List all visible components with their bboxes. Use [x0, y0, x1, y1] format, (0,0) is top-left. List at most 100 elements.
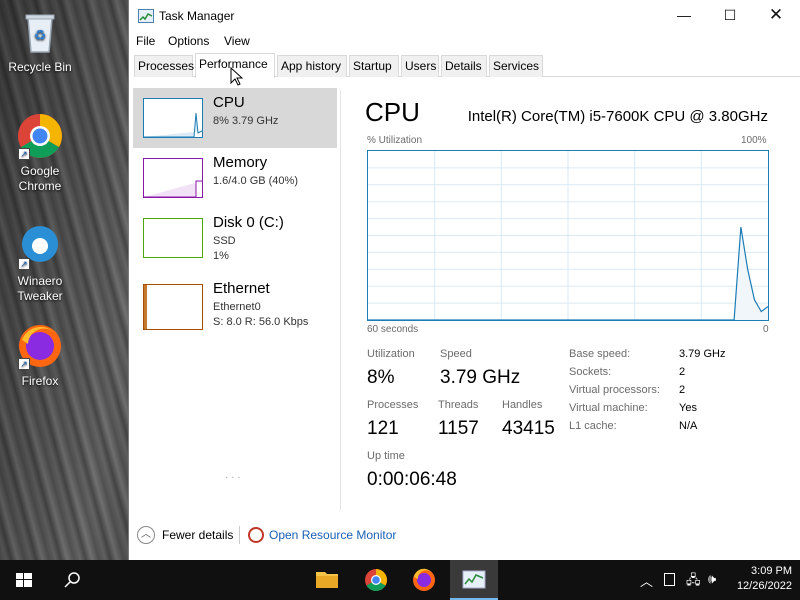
- tab-users[interactable]: Users: [401, 55, 439, 77]
- sidebar-item-label: CPU: [213, 94, 245, 111]
- spec-value: N/A: [679, 420, 698, 432]
- fewer-details-link[interactable]: Fewer details: [162, 528, 233, 542]
- spec-value: Yes: [679, 402, 697, 414]
- chrome-icon: [365, 569, 387, 591]
- chrome-icon: ↗: [16, 112, 64, 160]
- spec-label: Sockets:: [569, 366, 612, 378]
- handles-label: Handles: [502, 399, 543, 411]
- windows-logo-icon: [16, 573, 32, 587]
- search-button[interactable]: [48, 560, 96, 600]
- cpu-utilization-graph: [367, 150, 769, 321]
- detail-title: CPU: [365, 97, 420, 127]
- sidebar-item-detail: 1%: [213, 250, 229, 262]
- sidebar-item-detail: 1.6/4.0 GB (40%): [213, 175, 298, 187]
- graph-time-label: 60 seconds: [367, 324, 419, 335]
- sidebar-item-detail: Ethernet0: [213, 301, 261, 313]
- task-manager-window: Task Manager — ☐ ✕ File Options View Pro…: [128, 0, 800, 560]
- file-explorer-icon: [316, 572, 338, 588]
- taskbar: ︿ 🖧 🕪 3:09 PM 12/26/2022: [0, 560, 800, 600]
- task-manager-icon: [138, 9, 154, 23]
- disk-thumbnail-graph: [143, 218, 203, 258]
- taskbar-task-manager[interactable]: [450, 560, 498, 600]
- maximize-button[interactable]: ☐: [707, 0, 753, 30]
- clock-time: 3:09 PM: [751, 565, 792, 577]
- shortcut-arrow-icon: ↗: [18, 358, 30, 370]
- desktop-icon-firefox[interactable]: ↗ Firefox: [0, 322, 80, 389]
- sidebar-item-label: Memory: [213, 154, 268, 171]
- chevron-up-icon[interactable]: ︿: [137, 526, 155, 544]
- cpu-thumbnail-graph: [143, 98, 203, 138]
- system-clock[interactable]: 3:09 PM 12/26/2022: [737, 564, 792, 594]
- spec-value: 2: [679, 366, 686, 378]
- open-resource-monitor-link[interactable]: Open Resource Monitor: [269, 528, 396, 542]
- spec-label: L1 cache:: [569, 420, 617, 432]
- taskbar-file-explorer[interactable]: [303, 560, 351, 600]
- ethernet-thumbnail-graph: [143, 284, 203, 330]
- menu-file[interactable]: File: [136, 34, 155, 48]
- tab-app-history[interactable]: App history: [277, 55, 347, 77]
- tab-details[interactable]: Details: [441, 55, 487, 77]
- firefox-icon: [413, 568, 435, 591]
- threads-value: 1157: [438, 418, 479, 439]
- desktop-icon-winaero-tweaker[interactable]: ↗ Winaero Tweaker: [0, 222, 80, 304]
- footer-divider: [239, 526, 240, 544]
- processes-value: 121: [367, 418, 399, 439]
- splitter-grip[interactable]: · · ·: [225, 472, 241, 483]
- action-center-icon[interactable]: [664, 573, 675, 586]
- sidebar-item-cpu[interactable]: CPU 8% 3.79 GHz: [133, 88, 337, 148]
- sidebar-item-label: Disk 0 (C:): [213, 214, 284, 231]
- taskbar-chrome[interactable]: [352, 560, 400, 600]
- svg-text:♻: ♻: [34, 28, 47, 44]
- spec-label: Virtual machine:: [569, 402, 648, 414]
- spec-value: 3.79 GHz: [679, 348, 726, 360]
- graph-min-label: 0: [763, 324, 769, 335]
- utilization-label: Utilization: [367, 348, 415, 360]
- network-icon[interactable]: 🖧: [686, 571, 701, 593]
- desktop-icon-label: Winaero Tweaker: [17, 274, 63, 303]
- desktop-icon-label: Google Chrome: [18, 164, 62, 193]
- close-button[interactable]: ✕: [753, 0, 799, 30]
- chevron-up-icon[interactable]: ︿: [640, 571, 653, 590]
- uptime-value: 0:00:06:48: [367, 469, 457, 490]
- processes-label: Processes: [367, 399, 419, 411]
- menu-options[interactable]: Options: [168, 34, 209, 48]
- tab-processes[interactable]: Processes: [134, 55, 194, 77]
- footer-bar: ︿ Fewer details Open Resource Monitor: [129, 520, 800, 550]
- tab-services[interactable]: Services: [489, 55, 543, 77]
- taskbar-firefox[interactable]: [400, 560, 448, 600]
- sidebar-item-disk[interactable]: Disk 0 (C:) SSD 1%: [133, 208, 337, 268]
- title-bar[interactable]: Task Manager — ☐ ✕: [129, 0, 800, 32]
- sidebar-item-label: Ethernet: [213, 280, 270, 297]
- sidebar-item-memory[interactable]: Memory 1.6/4.0 GB (40%): [133, 148, 337, 208]
- pane-divider[interactable]: [340, 90, 341, 510]
- desktop-icon-label: Firefox: [21, 374, 59, 388]
- uptime-label: Up time: [367, 450, 405, 462]
- cpu-model-name: Intel(R) Core(TM) i5-7600K CPU @ 3.80GHz: [467, 108, 768, 125]
- sidebar-item-detail: SSD: [213, 235, 236, 247]
- spec-label: Base speed:: [569, 348, 631, 360]
- resource-monitor-icon: [248, 527, 264, 543]
- utilization-value: 8%: [367, 367, 395, 388]
- start-button[interactable]: [0, 560, 48, 600]
- sidebar-item-detail: 8% 3.79 GHz: [213, 115, 279, 127]
- winaero-tweaker-icon: ↗: [16, 222, 64, 270]
- search-icon: [64, 572, 80, 588]
- graph-y-label: % Utilization: [367, 135, 423, 146]
- menu-view[interactable]: View: [224, 34, 250, 48]
- speed-value: 3.79 GHz: [440, 367, 521, 388]
- mouse-cursor-icon: [230, 67, 243, 86]
- minimize-button[interactable]: —: [661, 0, 707, 30]
- spec-value: 2: [679, 384, 686, 396]
- sidebar-item-ethernet[interactable]: Ethernet Ethernet0 S: 8.0 R: 56.0 Kbps: [133, 274, 337, 334]
- sidebar-item-detail: S: 8.0 R: 56.0 Kbps: [213, 316, 309, 328]
- volume-icon[interactable]: 🕪: [708, 571, 716, 587]
- shortcut-arrow-icon: ↗: [18, 148, 30, 160]
- memory-thumbnail-graph: [143, 158, 203, 198]
- desktop-icon-recycle-bin[interactable]: ♻ Recycle Bin: [0, 8, 80, 75]
- tab-startup[interactable]: Startup: [349, 55, 399, 77]
- desktop-icon-label: Recycle Bin: [8, 60, 72, 74]
- shortcut-arrow-icon: ↗: [18, 258, 30, 270]
- desktop-icon-google-chrome[interactable]: ↗ Google Chrome: [0, 112, 80, 194]
- window-title: Task Manager: [159, 9, 235, 23]
- firefox-icon: ↗: [16, 322, 64, 370]
